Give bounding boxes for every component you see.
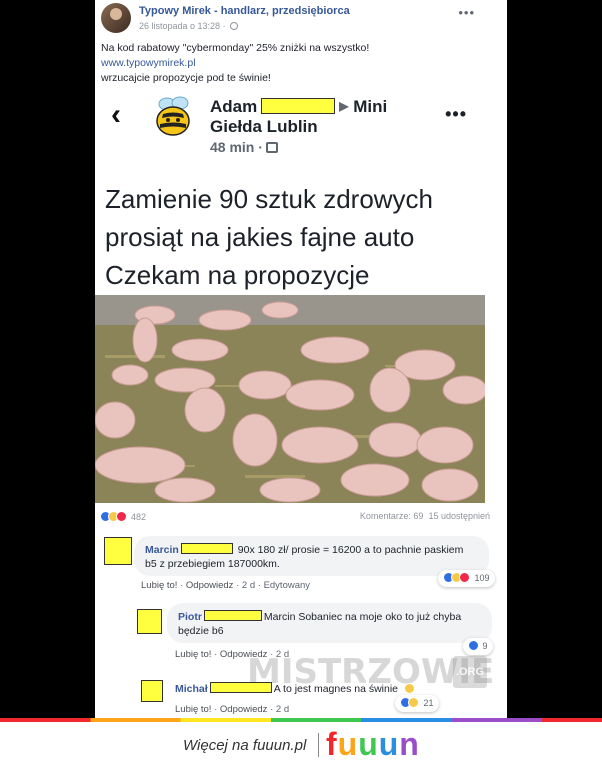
shared-post-text: Zamienie 90 sztuk zdrowych prosiąt na ja… [105,180,505,294]
more-link[interactable]: Więcej na fuuun.pl [183,737,306,754]
comment-bubble: Marcin 90x 180 zł/ prosie = 16200 a to p… [134,536,489,576]
comment-avatar[interactable] [137,609,162,634]
like-link[interactable]: Lubię to! [175,649,211,660]
post-card: Typowy Mirek - handlarz, przedsiębiorca … [95,0,507,722]
post-author[interactable]: Typowy Mirek - handlarz, przedsiębiorca [139,5,350,17]
censor-box [261,98,336,114]
censor-box [209,682,272,693]
comment-reactions-count: 21 [423,698,434,708]
post-meta: 26 listopada o 13:28 · [139,21,239,31]
comments-count[interactable]: Komentarze: 69 [360,511,424,521]
shared-text-line-2: prosiąt na jakies fajne auto [105,222,415,252]
comment-reactions-count: 9 [482,641,488,651]
shared-menu-icon[interactable]: ••• [445,104,467,125]
comment-actions: Lubię to! · Odpowiedz · 2 d [175,704,290,715]
reply-link[interactable]: Odpowiedz [220,704,268,715]
comment-text-b: będzie b6 [178,625,224,637]
like-icon [468,640,479,651]
comment-time[interactable]: 2 d [276,704,289,715]
reactions-bar: 482 Komentarze: 69 15 udostępnień [100,511,490,527]
footer-divider [318,733,319,757]
comment-text-a: 90x 180 zł/ prosie = 16200 a to pachnie … [237,544,464,556]
author-avatar[interactable] [101,3,131,33]
comment-reactions[interactable]: 109 [438,570,495,587]
shared-author-line: Adam ▶ Mini [210,96,387,117]
group-name-part2[interactable]: Giełda Lublin [210,117,318,137]
edited-label[interactable]: Edytowany [264,580,310,591]
reply-link[interactable]: Odpowiedz [186,580,234,591]
post-body: Na kod rabatowy "cybermonday" 25% zniżki… [101,41,501,86]
comment-text-a: Marcin Sobaniec na moje oko to już chyba [263,611,462,623]
comment-author[interactable]: Michał [175,683,208,695]
post-line-3: wrzucajcie propozycje pod te świnie! [101,72,271,84]
rainbow-stripe [0,718,602,722]
logo-letter: f [326,726,338,762]
post-line-1: Na kod rabatowy "cybermonday" 25% zniżki… [101,42,370,54]
watermark-tag: .ORG [453,656,487,688]
logo-letter: u [358,726,379,762]
comment-reactions[interactable]: 21 [395,695,439,712]
shared-author-name[interactable]: Adam [210,97,257,116]
post-link[interactable]: www.typowymirek.pl [101,56,501,71]
comment-actions: Lubię to! · Odpowiedz · 2 d · Edytowany [141,580,311,591]
laughing-emoji-icon [403,683,415,694]
like-link[interactable]: Lubię to! [141,580,177,591]
fuuun-logo[interactable]: fuuun [326,726,420,763]
bee-avatar-icon[interactable] [153,94,193,138]
comment-time[interactable]: 2 d [242,580,255,591]
reactions-count[interactable]: 482 [131,512,146,522]
logo-letter: n [399,726,420,762]
shared-time: 48 min · [210,139,278,155]
haha-icon [408,697,419,708]
comment-bubble: Piotr Marcin Sobaniec na moje oko to już … [167,603,492,643]
comment-reactions-count: 109 [474,573,490,583]
comment-author[interactable]: Marcin [145,544,179,556]
censor-box [180,543,233,554]
love-icon [116,511,127,522]
shared-text-line-1: Zamienie 90 sztuk zdrowych [105,184,434,214]
comment-avatar[interactable] [104,537,132,565]
back-arrow-icon[interactable]: ‹ [111,100,121,130]
shared-time-text: 48 min · [210,139,263,155]
post-header: Typowy Mirek - handlarz, przedsiębiorca … [101,3,501,33]
piglets-photo[interactable] [95,295,485,503]
comment-avatar[interactable] [141,680,163,702]
arrow-right-icon: ▶ [339,99,349,113]
comment-author[interactable]: Piotr [178,611,202,623]
logo-letter: u [337,726,359,762]
post-date[interactable]: 26 listopada o 13:28 · [139,21,226,31]
globe-icon [230,22,239,30]
comment-text-a: A to jest magnes na świnie [273,683,399,695]
censor-box [203,610,262,621]
logo-letter: u [378,726,400,762]
group-name-part1[interactable]: Mini [353,97,387,116]
site-footer: Więcej na fuuun.pl fuuun [0,718,602,765]
love-icon [459,572,470,583]
post-menu-icon[interactable]: ••• [458,5,475,20]
like-link[interactable]: Lubię to! [175,704,211,715]
group-privacy-icon [265,142,278,153]
shares-count[interactable]: 15 udostępnień [428,511,490,521]
shared-post-header: ‹ Adam ▶ Mini Giełda Lublin 48 min · ••• [95,92,507,162]
stats-right: Komentarze: 69 15 udostępnień [360,511,490,521]
comment-text-b: b5 z przebiegiem 187000km. [145,558,280,570]
comment-bubble: Michał A to jest magnes na świnie [175,682,415,695]
shared-text-line-3: Czekam na propozycje [105,260,370,290]
